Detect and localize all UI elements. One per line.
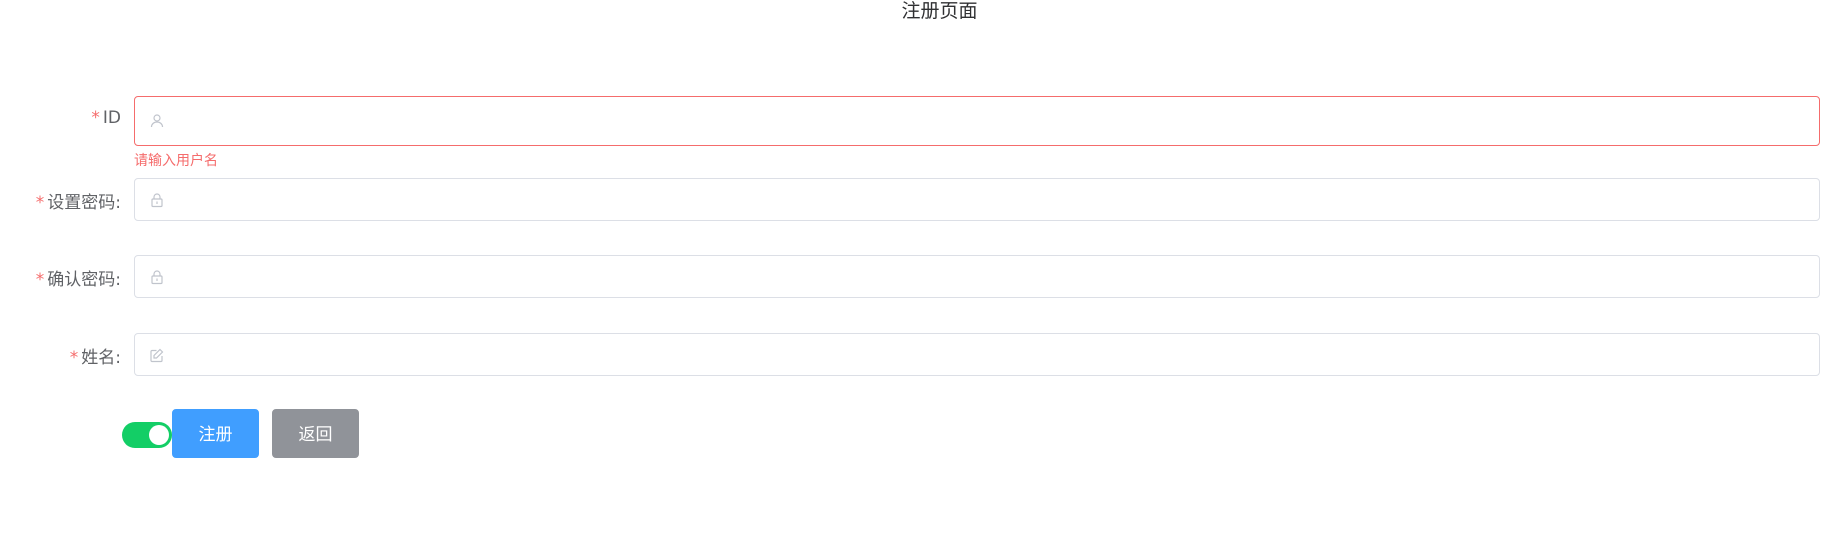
user-icon — [149, 113, 165, 129]
set-password-input-wrapper[interactable] — [134, 178, 1820, 222]
edit-icon — [149, 347, 165, 363]
toggle-switch[interactable] — [122, 422, 172, 448]
lock-icon — [149, 192, 165, 208]
name-label-text: 姓名: — [81, 348, 121, 368]
id-input[interactable] — [175, 97, 1803, 147]
lock-icon — [149, 269, 165, 285]
page-title: 注册页面 — [901, 0, 978, 22]
toggle-knob — [149, 425, 169, 445]
back-button[interactable]: 返回 — [272, 409, 359, 458]
id-error-message: 请输入用户名 — [134, 153, 218, 169]
confirm-password-label-text: 确认密码: — [47, 270, 121, 290]
id-label-text: ID — [102, 108, 121, 128]
set-password-input[interactable] — [175, 179, 1803, 222]
set-password-label: * 设置密码: — [36, 188, 121, 213]
id-input-wrapper[interactable] — [134, 96, 1820, 147]
confirm-password-input-wrapper[interactable] — [134, 255, 1820, 299]
required-mark: * — [91, 108, 100, 128]
register-page: 注册页面 * ID 请输入用户名 * 设置密码: * 确认密码: * 姓名: 注… — [0, 0, 1834, 556]
id-label: * ID — [91, 108, 121, 128]
required-mark: * — [35, 193, 45, 213]
set-password-label-text: 设置密码: — [47, 193, 121, 213]
required-mark: * — [69, 348, 79, 368]
name-input-wrapper[interactable] — [134, 333, 1820, 377]
required-mark: * — [35, 270, 45, 290]
register-button[interactable]: 注册 — [172, 409, 259, 458]
name-label: * 姓名: — [70, 343, 121, 368]
confirm-password-label: * 确认密码: — [36, 265, 121, 290]
confirm-password-input[interactable] — [175, 256, 1803, 299]
name-input[interactable] — [175, 334, 1803, 377]
